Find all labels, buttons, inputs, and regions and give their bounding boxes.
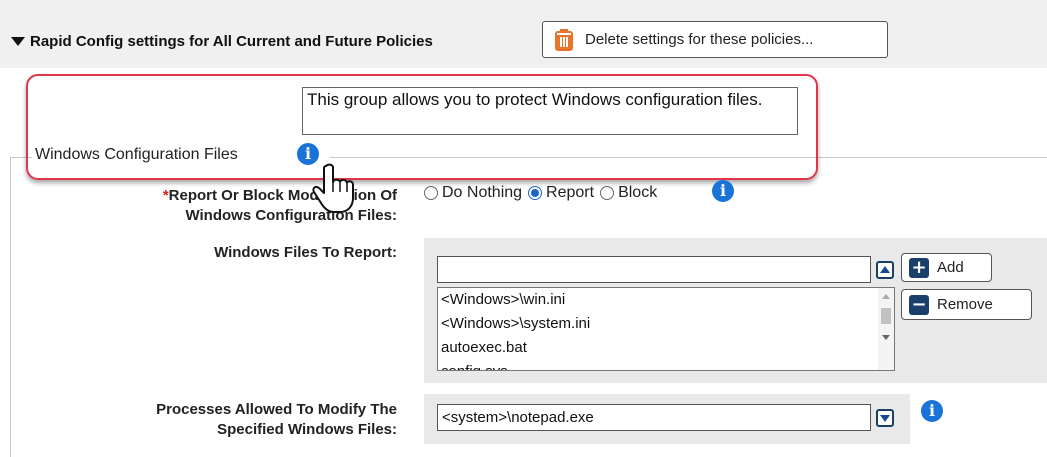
radio-report-circle[interactable]	[528, 186, 543, 200]
plus-icon: +	[909, 257, 929, 278]
trash-icon	[555, 28, 573, 51]
list-item[interactable]: config.sys	[438, 360, 894, 370]
group-frame-left	[10, 157, 11, 457]
delete-settings-button[interactable]: Delete settings for these policies...	[542, 21, 888, 58]
radio-block-label: Block	[618, 184, 658, 201]
info-icon[interactable]: i	[712, 180, 734, 202]
dropdown-button[interactable]	[876, 409, 894, 427]
files-to-report-list[interactable]: <Windows>\win.ini <Windows>\system.ini a…	[437, 287, 895, 371]
radio-do-nothing-circle[interactable]	[424, 186, 438, 200]
processes-allowed-input[interactable]	[437, 404, 871, 431]
scroll-up-arrow-icon[interactable]	[882, 294, 890, 299]
callout-highlight	[26, 74, 818, 180]
section-title[interactable]: Rapid Config settings for All Current an…	[30, 33, 433, 50]
minus-icon: −	[909, 294, 929, 315]
add-button[interactable]: + Add	[901, 253, 992, 282]
processes-allowed-label-line1: Processes Allowed To Modify The	[156, 401, 397, 418]
radio-do-nothing-label: Do Nothing	[442, 184, 523, 201]
info-icon[interactable]: i	[921, 400, 943, 422]
radio-do-nothing[interactable]: Do Nothing	[424, 184, 522, 202]
remove-button[interactable]: − Remove	[901, 289, 1032, 320]
files-to-report-label: Windows Files To Report:	[214, 244, 397, 261]
files-to-report-input[interactable]	[437, 256, 871, 283]
report-or-block-label-line2: Windows Configuration Files:	[185, 207, 397, 224]
report-or-block-radio-group: Do Nothing Report Block	[424, 184, 663, 202]
delete-settings-label: Delete settings for these policies...	[585, 31, 814, 48]
radio-report-label: Report	[546, 184, 595, 201]
report-or-block-label: *Report Or Block Modification Of Windows…	[163, 186, 397, 226]
list-item[interactable]: <Windows>\win.ini	[438, 288, 894, 312]
scroll-down-arrow-icon[interactable]	[882, 335, 890, 340]
remove-button-label: Remove	[937, 296, 993, 313]
processes-allowed-label: Processes Allowed To Modify The Specifie…	[156, 400, 397, 440]
add-button-label: Add	[937, 259, 964, 276]
scroll-thumb[interactable]	[881, 308, 891, 324]
list-scrollbar[interactable]	[878, 288, 894, 370]
radio-block[interactable]: Block	[600, 184, 657, 202]
hand-pointer-icon	[312, 163, 354, 213]
arrow-up-icon	[880, 266, 890, 273]
arrow-down-icon	[880, 415, 890, 422]
processes-allowed-label-line2: Specified Windows Files:	[217, 421, 397, 438]
move-up-button[interactable]	[876, 261, 894, 279]
list-item[interactable]: autoexec.bat	[438, 336, 894, 360]
list-item[interactable]: <Windows>\system.ini	[438, 312, 894, 336]
page: Rapid Config settings for All Current an…	[0, 0, 1047, 457]
radio-report[interactable]: Report	[528, 184, 594, 202]
report-or-block-label-line1: Report Or Block Modification Of	[168, 187, 397, 204]
caret-down-icon[interactable]	[11, 37, 25, 46]
section-header: Rapid Config settings for All Current an…	[0, 0, 1047, 68]
radio-block-circle[interactable]	[600, 186, 615, 200]
